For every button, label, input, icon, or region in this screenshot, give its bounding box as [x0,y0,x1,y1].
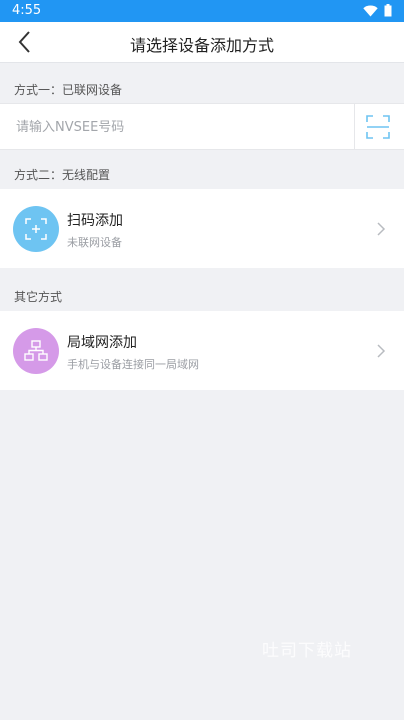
scan-add-subtitle: 未联网设备 [67,236,122,249]
scan-qr-icon[interactable] [366,115,390,139]
nvsee-number-input[interactable] [14,116,338,138]
status-bar: 4:55 [0,0,404,22]
wifi-icon [363,5,378,16]
input-divider [354,104,355,149]
chevron-right-icon [377,344,386,358]
lan-add-icon-circle [13,328,59,374]
section-title-other: 其它方式 [14,290,63,304]
app-bar: 请选择设备添加方式 [0,22,404,63]
scan-add-option[interactable]: 扫码添加 未联网设备 [0,189,404,268]
nvsee-input-row [0,103,404,150]
scan-add-title: 扫码添加 [67,213,123,229]
scan-add-icon-circle [13,206,59,252]
lan-add-option[interactable]: 局域网添加 手机与设备连接同一局域网 [0,311,404,390]
section-title-networked: 方式一：已联网设备 [14,83,123,97]
lan-add-subtitle: 手机与设备连接同一局域网 [67,358,199,371]
battery-icon [384,4,392,17]
status-time: 4:55 [12,3,42,18]
status-icons [363,4,392,17]
lan-add-title: 局域网添加 [67,335,137,351]
scan-add-icon [25,218,47,240]
chevron-right-icon [377,222,386,236]
lan-network-icon [24,340,48,361]
section-title-wireless: 方式二：无线配置 [14,168,111,182]
watermark-text: 吐司下载站 [262,641,352,661]
page-title: 请选择设备添加方式 [129,36,274,55]
